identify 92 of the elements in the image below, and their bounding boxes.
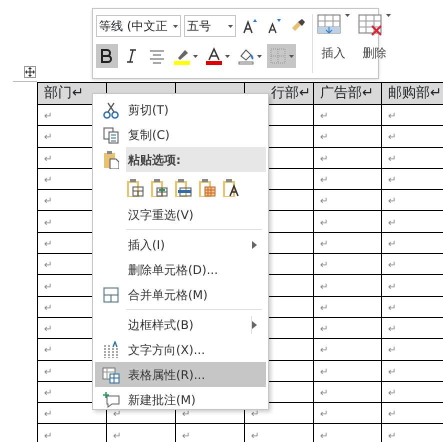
paragraph-mark: ↵ xyxy=(320,302,328,314)
paragraph-mark: ↵ xyxy=(320,430,328,442)
paragraph-mark: ↵ xyxy=(320,196,328,208)
paste-option-icon[interactable] xyxy=(174,178,192,196)
caret-icon xyxy=(386,14,391,17)
borders-icon xyxy=(269,47,287,65)
dropdown-caret-icon xyxy=(173,24,178,28)
caret-icon xyxy=(345,14,350,17)
paragraph-mark: ↵ xyxy=(44,196,52,208)
merge-cells-icon xyxy=(102,286,120,304)
font-name-field[interactable]: 等线 (中文正 xyxy=(96,15,181,37)
paragraph-mark: ↵ xyxy=(388,132,396,144)
paragraph-mark: ↵ xyxy=(44,345,52,356)
paragraph-mark: ↵ xyxy=(320,409,328,420)
text-direction-icon xyxy=(102,340,120,358)
menu-section-label: 粘贴选项: xyxy=(126,147,266,172)
paste-option-icon[interactable] xyxy=(126,178,144,196)
highlight-icon xyxy=(173,47,191,65)
paragraph-mark: ↵ xyxy=(388,366,396,378)
paragraph-mark: ↵ xyxy=(388,196,396,208)
paragraph-mark: ↵ xyxy=(320,175,328,186)
paragraph-mark: ↵ xyxy=(44,430,52,442)
paragraph-mark: ↵ xyxy=(251,430,260,442)
delete-button[interactable]: 删除 xyxy=(354,14,395,73)
paragraph-mark: ↵ xyxy=(44,238,52,250)
paragraph-mark: ↵ xyxy=(320,345,328,356)
paragraph-mark: ↵ xyxy=(320,238,328,250)
dropdown-caret-icon xyxy=(228,24,233,28)
copy-icon xyxy=(102,126,120,144)
paragraph-mark: ↵ xyxy=(44,409,52,420)
paragraph-mark: ↵ xyxy=(44,260,52,272)
paragraph-mark: ↵ xyxy=(44,154,52,165)
font-color-icon xyxy=(205,47,223,65)
paragraph-mark: ↵ xyxy=(320,366,328,378)
paragraph-mark: ↵ xyxy=(388,430,396,442)
paragraph-mark: ↵ xyxy=(44,111,52,122)
paragraph-mark: ↵ xyxy=(182,409,190,420)
paragraph-mark: ↵ xyxy=(388,388,396,399)
table-properties-icon xyxy=(102,366,120,384)
column-header: 广告部↵ xyxy=(314,82,382,104)
paragraph-mark: ↵ xyxy=(113,409,122,420)
paragraph-mark: ↵ xyxy=(320,132,328,144)
paragraph-mark: ↵ xyxy=(182,430,190,442)
paragraph-mark: ↵ xyxy=(44,324,52,336)
paragraph-mark: ↵ xyxy=(388,175,396,186)
menu-item[interactable]: 表格属性(R)... xyxy=(95,362,266,387)
bold-button[interactable] xyxy=(96,44,118,68)
paragraph-mark: ↵ xyxy=(320,282,328,293)
paragraph-mark: ↵ xyxy=(251,409,260,420)
paste-option-icon[interactable] xyxy=(150,178,168,196)
paragraph-mark: ↵ xyxy=(44,302,52,314)
paragraph-mark: ↵ xyxy=(320,111,328,122)
paragraph-mark: ↵ xyxy=(388,302,396,314)
paragraph-mark: ↵ xyxy=(388,324,396,336)
scissors-icon xyxy=(102,100,120,118)
paragraph-mark: ↵ xyxy=(320,324,328,336)
paragraph-mark: ↵ xyxy=(388,238,396,250)
menu-item[interactable]: 汉字重选(V) xyxy=(95,202,266,227)
paragraph-mark: ↵ xyxy=(320,388,328,399)
menu-item[interactable]: 合并单元格(M) xyxy=(95,282,266,307)
menu-item[interactable]: 边框样式(B) xyxy=(95,312,266,337)
menu-item[interactable]: 文字方向(X)... xyxy=(95,337,266,362)
column-header: 邮购部↵ xyxy=(382,82,443,104)
paragraph-mark: ↵ xyxy=(44,175,52,186)
shading-icon xyxy=(237,47,255,65)
paragraph-mark: ↵ xyxy=(388,218,396,229)
insert-button[interactable]: 插入 xyxy=(313,14,354,73)
menu-item[interactable]: 插入(I) xyxy=(95,232,266,257)
paragraph-mark: ↵ xyxy=(320,218,328,229)
paragraph-mark: ↵ xyxy=(388,111,396,122)
paragraph-mark: ↵ xyxy=(44,282,52,293)
paragraph-mark: ↵ xyxy=(320,260,328,272)
menu-item[interactable]: 删除单元格(D)... xyxy=(95,257,266,282)
paragraph-mark: ↵ xyxy=(388,154,396,165)
paragraph-mark: ↵ xyxy=(113,430,122,442)
grow-font-icon[interactable] xyxy=(241,18,258,34)
paragraph-mark: ↵ xyxy=(44,218,52,229)
paragraph-mark: ↵ xyxy=(388,260,396,272)
paragraph-mark: ↵ xyxy=(44,388,52,399)
paragraph-mark: ↵ xyxy=(320,154,328,165)
paragraph-mark: ↵ xyxy=(44,132,52,144)
paste-option-icon[interactable] xyxy=(222,178,240,196)
paragraph-mark: ↵ xyxy=(388,409,396,420)
menu-item[interactable]: 新建批注(M) xyxy=(95,387,266,412)
paragraph-mark: ↵ xyxy=(44,366,52,378)
paste-icon xyxy=(102,150,118,168)
insert-rows-icon xyxy=(317,14,341,36)
font-size-field[interactable]: 五号 xyxy=(184,15,236,37)
menu-item[interactable]: 复制(C) xyxy=(95,122,266,147)
paragraph-mark: ↵ xyxy=(388,345,396,356)
paragraph-mark: ↵ xyxy=(388,282,396,293)
table-move-handle-icon[interactable] xyxy=(24,66,36,78)
